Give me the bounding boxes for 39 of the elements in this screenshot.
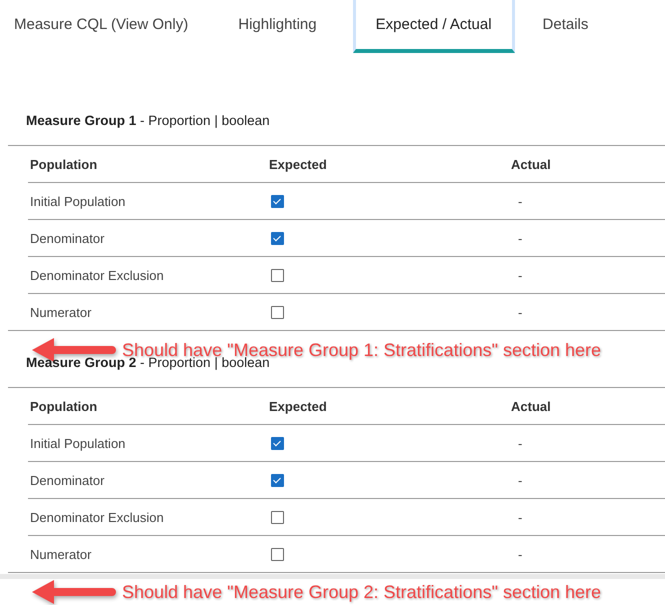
group-title: Measure Group 1 - Proportion | boolean xyxy=(25,113,271,129)
actual-cell: - xyxy=(518,472,522,488)
column-header: Actual xyxy=(511,398,552,414)
checkbox[interactable] xyxy=(271,436,284,450)
tab[interactable]: Highlighting xyxy=(224,0,339,53)
column-header: Expected xyxy=(269,398,328,414)
population-cell-text: Initial Population xyxy=(29,194,126,208)
population-cell-text: Denominator xyxy=(29,472,106,488)
population-cell-text: Numerator xyxy=(29,304,92,320)
checkbox[interactable] xyxy=(271,232,284,244)
actual-cell: - xyxy=(518,230,522,246)
column-header: Population xyxy=(29,156,98,172)
population-cell-text: Numerator xyxy=(29,546,92,562)
population-cell-text: Denominator Exclusion xyxy=(29,510,165,524)
actual-cell: - xyxy=(518,304,522,320)
checkbox[interactable] xyxy=(271,474,284,486)
scroll-bar[interactable] xyxy=(0,574,665,579)
checkbox[interactable] xyxy=(271,194,284,208)
actual-cell: - xyxy=(518,436,522,450)
tab[interactable]: Details xyxy=(528,0,610,53)
annotation-text: Should have "Measure Group 2: Stratifications" section here xyxy=(122,582,602,602)
checkbox[interactable] xyxy=(271,306,284,318)
checkbox[interactable] xyxy=(271,510,284,524)
tab[interactable]: Measure CQL (View Only) xyxy=(0,0,210,53)
population-cell-text: Initial Population xyxy=(29,436,126,450)
group-title: Measure Group 2 - Proportion | boolean xyxy=(25,355,270,371)
checkbox[interactable] xyxy=(271,268,284,282)
column-header: Population xyxy=(29,398,98,414)
population-cell-text: Denominator Exclusion xyxy=(29,268,165,282)
column-header: Expected xyxy=(269,156,328,172)
arrow-icon xyxy=(32,579,116,605)
actual-cell: - xyxy=(518,510,522,524)
column-header: Actual xyxy=(511,156,552,172)
checkbox[interactable] xyxy=(271,548,284,560)
actual-cell: - xyxy=(518,194,522,208)
population-cell-text: Denominator xyxy=(29,230,106,246)
tab[interactable]: Expected / Actual xyxy=(352,0,515,53)
actual-cell: - xyxy=(518,546,522,562)
actual-cell: - xyxy=(518,268,522,282)
